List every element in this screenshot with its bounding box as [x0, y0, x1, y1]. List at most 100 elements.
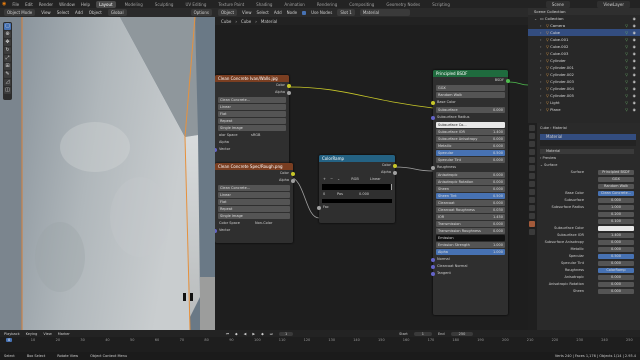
color-ramp-node[interactable]: ColorRamp Color Alpha + − ⌄ RGB Linear 0… — [317, 155, 397, 223]
outliner-row[interactable]: › ▽ Plane ▽ ◉ — [528, 106, 640, 113]
bsdf-input-row[interactable]: Anisotropic 0.000 — [436, 172, 505, 178]
play-reverse-icon[interactable]: ◀ — [244, 332, 247, 336]
add-stop-icon[interactable]: + — [323, 177, 326, 181]
surface-panel-header[interactable]: ⌄ Surface — [540, 162, 640, 169]
bsdf-input-row[interactable]: Transmission Roughness 0.000 — [436, 228, 505, 234]
viewport-menu-select[interactable]: Select — [57, 10, 69, 15]
input-socket-icon[interactable] — [431, 271, 435, 276]
data-tab-icon[interactable] — [529, 213, 535, 219]
visibility-eye-icon[interactable]: ◉ — [633, 43, 636, 50]
expand-arrow-icon[interactable]: › — [540, 36, 542, 43]
outliner-row[interactable]: › ▽ Cylinder.004 ▽ ◉ — [528, 85, 640, 92]
bsdf-input-row[interactable]: IOR 1.450 — [436, 214, 505, 220]
workspace-tab-sculpting[interactable]: Sculpting — [152, 1, 177, 8]
texture-tab-icon[interactable] — [529, 229, 535, 235]
bsdf-input-row[interactable]: Base Color — [431, 99, 508, 106]
node-title[interactable]: Principled BSDF — [433, 70, 508, 77]
measure-tool-icon[interactable]: ◿ — [4, 79, 11, 86]
distribution-row[interactable]: GGX — [540, 176, 640, 183]
node-menu-select[interactable]: Select — [257, 10, 269, 15]
outliner-row[interactable]: › ▽ Cylinder.005 ▽ ◉ — [528, 92, 640, 99]
timeline-menu-keying[interactable]: Keying — [26, 332, 38, 336]
bsdf-input-row[interactable]: Subsurface Anisotropy 0.000 — [436, 136, 505, 142]
modifier-tab-icon[interactable] — [529, 181, 535, 187]
start-frame-field[interactable]: 1 — [413, 331, 432, 336]
property-value[interactable]: 0.000 — [598, 261, 634, 266]
bsdf-input-row[interactable]: Metallic 0.000 — [436, 143, 505, 149]
interpolation-dropdown[interactable]: Linear — [218, 192, 290, 198]
node-title[interactable]: Clean Concrete Spec/Rough.png — [215, 163, 293, 170]
color-ramp-gradient[interactable] — [322, 184, 392, 190]
visibility-eye-icon[interactable]: ◉ — [633, 64, 636, 71]
expand-arrow-icon[interactable]: › — [540, 64, 542, 71]
visibility-eye-icon[interactable]: ◉ — [633, 57, 636, 64]
property-value[interactable]: 0.000 — [598, 282, 634, 287]
blender-logo-icon[interactable]: ◉ — [2, 1, 6, 7]
projection-dropdown[interactable]: Flat — [218, 199, 290, 205]
outliner-row[interactable]: › ▽ Cylinder ▽ ◉ — [528, 57, 640, 64]
expand-arrow-icon[interactable]: › — [540, 22, 542, 29]
outliner-row[interactable]: › ▽ Cube.003 ▽ ◉ — [528, 50, 640, 57]
input-socket-icon[interactable] — [431, 257, 435, 262]
particles-tab-icon[interactable] — [529, 189, 535, 195]
workspace-tab-geometry-nodes[interactable]: Geometry Nodes — [383, 1, 423, 8]
outliner-scene-collection[interactable]: Scene Collection — [528, 8, 640, 15]
visibility-eye-icon[interactable]: ◉ — [633, 36, 636, 43]
extension-dropdown[interactable]: Repeat — [218, 118, 286, 124]
outliner-row[interactable]: › ▽ Camera ▽ ◉ — [528, 22, 640, 29]
jump-start-icon[interactable]: ⏮ — [226, 332, 229, 336]
visibility-eye-icon[interactable]: ◉ — [633, 29, 636, 36]
timeline-menu-marker[interactable]: Marker — [58, 332, 70, 336]
node-menu-add[interactable]: Add — [274, 10, 282, 15]
color-mode-dropdown[interactable]: RGB — [351, 177, 359, 181]
options-dropdown[interactable]: Options — [190, 9, 212, 16]
visibility-eye-icon[interactable]: ◉ — [633, 85, 636, 92]
current-frame-field[interactable]: 1 — [278, 331, 294, 336]
move-tool-icon[interactable]: ✥ — [4, 39, 11, 46]
expand-arrow-icon[interactable]: › — [540, 57, 542, 64]
color-space-row[interactable]: Color Space Non-Color — [215, 220, 293, 227]
viewport-menu-view[interactable]: View — [41, 10, 51, 15]
outliner-row[interactable]: › ▽ Cylinder.003 ▽ ◉ — [528, 78, 640, 85]
property-value[interactable] — [598, 226, 634, 231]
image-texture-node-2[interactable]: Clean Concrete Spec/Rough.png Color Alph… — [215, 163, 295, 243]
annotate-tool-icon[interactable]: ✎ — [4, 71, 11, 78]
property-row[interactable]: Specular 0.500 — [540, 253, 640, 260]
property-value[interactable]: 0.000 — [598, 198, 634, 203]
view-layer-tab-icon[interactable] — [529, 149, 535, 155]
scene-tab-icon[interactable] — [529, 157, 535, 163]
3d-viewport[interactable] — [0, 17, 215, 330]
workspace-tab-shading[interactable]: Shading — [253, 1, 275, 8]
property-value[interactable]: 0.000 — [598, 247, 634, 252]
node-menu-view[interactable]: View — [242, 10, 252, 15]
outliner-row[interactable]: › ▽ Cube.002 ▽ ◉ — [528, 43, 640, 50]
property-row[interactable]: Subsurface IOR 1.400 — [540, 232, 640, 239]
ramp-menu-icon[interactable]: ⌄ — [337, 177, 340, 181]
property-row[interactable]: Anisotropic 0.000 — [540, 274, 640, 281]
cursor-tool-icon[interactable]: ⊕ — [4, 31, 11, 38]
stop-position-row[interactable]: 0 Pos 0.000 — [319, 191, 395, 198]
property-value[interactable]: 0.100 — [598, 219, 634, 224]
property-value[interactable]: 1.400 — [598, 233, 634, 238]
property-row[interactable]: 0.100 — [540, 218, 640, 225]
material-name-field[interactable]: Material — [359, 9, 410, 16]
property-value[interactable]: Clean Concrete... — [598, 191, 634, 196]
expand-arrow-icon[interactable]: › — [540, 85, 542, 92]
timeline-menu-view[interactable]: View — [43, 332, 51, 336]
node-menu-node[interactable]: Node — [287, 10, 297, 15]
bsdf-input-row[interactable]: Subsurface Radius — [431, 114, 508, 121]
property-row[interactable]: Sheen 0.000 — [540, 288, 640, 295]
alpha-row[interactable]: Alpha — [215, 139, 289, 146]
workspace-tab-modeling[interactable]: Modeling — [122, 1, 146, 8]
jump-end-icon[interactable]: ⏭ — [270, 332, 273, 336]
property-row[interactable]: Subsurface 0.000 — [540, 197, 640, 204]
expand-arrow-icon[interactable]: › — [540, 50, 542, 57]
expand-arrow-icon[interactable]: › — [540, 71, 542, 78]
interpolation-dropdown[interactable]: Linear — [218, 104, 286, 110]
color-space-row[interactable]: olor Space sRGB — [215, 132, 289, 139]
bsdf-input-row[interactable]: Clearcoat Roughness 0.030 — [436, 207, 505, 213]
timeline-ruler[interactable]: 0 10 20 30 40 50 60 70 80 90 100 110 120 130 140 150 160… — [0, 337, 640, 352]
input-socket-icon[interactable] — [431, 100, 435, 105]
source-dropdown[interactable]: Single Image — [218, 213, 290, 219]
material-datablock-field[interactable]: Material — [540, 148, 640, 155]
